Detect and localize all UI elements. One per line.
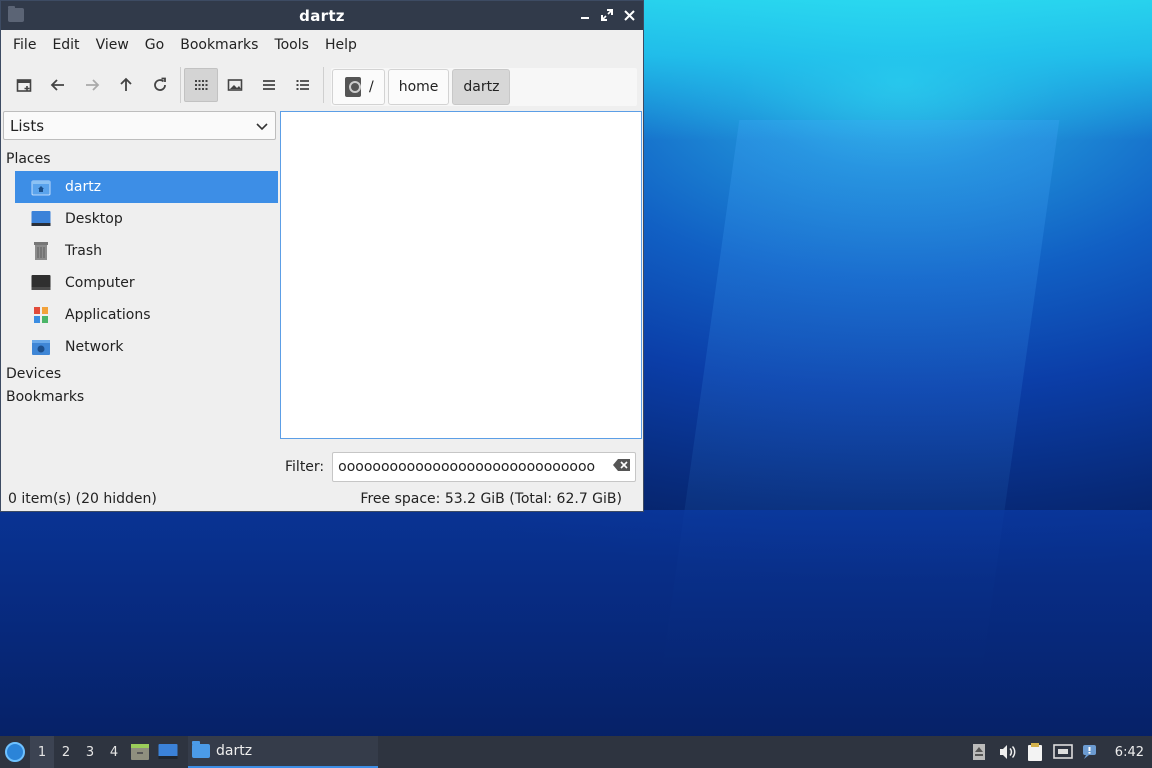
workspace-2[interactable]: 2 [54, 736, 78, 768]
detailed-list-view-icon[interactable] [286, 68, 320, 102]
sidebar-item-desktop[interactable]: Desktop [15, 203, 278, 235]
file-manager-window: dartz File Edit View Go Bookmarks Tools … [0, 0, 644, 512]
side-pane: Lists Places dartz Desktop Trash Compute… [3, 111, 278, 411]
menu-bookmarks[interactable]: Bookmarks [172, 37, 266, 53]
menu-edit[interactable]: Edit [44, 37, 87, 53]
thumbnail-view-icon[interactable] [218, 68, 252, 102]
status-bar: 0 item(s) (20 hidden) Free space: 53.2 G… [1, 489, 643, 511]
folder-icon [8, 6, 24, 22]
network-icon [31, 338, 51, 356]
file-manager-launcher[interactable] [126, 736, 154, 768]
workspace-1[interactable]: 1 [30, 736, 54, 768]
menu-go[interactable]: Go [137, 37, 172, 53]
path-crumb-root[interactable]: / [332, 69, 385, 105]
computer-icon [31, 274, 51, 292]
path-bar: / home dartz [331, 68, 637, 106]
sidebar-item-network[interactable]: Network [15, 331, 278, 363]
desktop-icon [31, 210, 51, 228]
clipboard-icon[interactable] [1021, 736, 1049, 768]
menu-help[interactable]: Help [317, 37, 365, 53]
clear-text-icon[interactable] [613, 458, 631, 476]
devices-section-header[interactable]: Devices [3, 363, 278, 386]
drive-icon [345, 77, 361, 97]
file-cabinet-icon [131, 744, 149, 760]
close-icon[interactable] [621, 5, 637, 25]
start-menu-button[interactable] [0, 736, 30, 768]
sidebar-item-label: dartz [65, 179, 102, 195]
menu-bar: File Edit View Go Bookmarks Tools Help [1, 30, 643, 60]
new-tab-icon[interactable] [7, 68, 41, 102]
notification-icon[interactable] [1077, 736, 1105, 768]
network-wired-icon[interactable] [1049, 736, 1077, 768]
filter-bar: Filter: [281, 452, 639, 482]
menu-file[interactable]: File [5, 37, 44, 53]
file-list-area[interactable] [280, 111, 642, 439]
path-crumb-dartz[interactable]: dartz [452, 69, 511, 105]
home-folder-icon [31, 178, 51, 196]
window-controls [577, 5, 637, 25]
icon-view-icon[interactable] [184, 68, 218, 102]
menu-view[interactable]: View [88, 37, 137, 53]
sidebar-item-label: Desktop [65, 211, 123, 227]
trash-icon [31, 242, 51, 260]
start-menu-icon [5, 742, 25, 762]
up-arrow-icon[interactable] [109, 68, 143, 102]
sidebar-item-computer[interactable]: Computer [15, 267, 278, 299]
taskbar-window-dartz[interactable]: dartz [188, 736, 378, 768]
sidebar-item-label: Network [65, 339, 124, 355]
toolbar-separator [323, 67, 324, 103]
sidebar-item-label: Computer [65, 275, 135, 291]
free-space-status: Free space: 53.2 GiB (Total: 62.7 GiB) [360, 491, 622, 507]
restore-icon[interactable] [599, 5, 615, 25]
path-crumb-root-label: / [369, 79, 374, 95]
clock[interactable]: 6:42 [1105, 745, 1152, 760]
filter-input[interactable] [338, 459, 605, 475]
taskbar: 1 2 3 4 dartz 6:42 [0, 736, 1152, 768]
show-desktop-launcher[interactable] [154, 736, 182, 768]
sidebar-item-label: Applications [65, 307, 151, 323]
folder-icon [192, 741, 210, 758]
sidebar-item-label: Trash [65, 243, 102, 259]
sidebar-item-trash[interactable]: Trash [15, 235, 278, 267]
workspace-4[interactable]: 4 [102, 736, 126, 768]
applications-icon [31, 306, 51, 324]
menu-tools[interactable]: Tools [266, 37, 317, 53]
chevron-down-icon [256, 117, 268, 135]
desktop-icon [158, 744, 178, 759]
workspace-3[interactable]: 3 [78, 736, 102, 768]
places-section-header[interactable]: Places [3, 148, 278, 171]
filter-label: Filter: [285, 459, 325, 475]
reload-icon[interactable] [143, 68, 177, 102]
volume-icon[interactable] [993, 736, 1021, 768]
sidebar-item-applications[interactable]: Applications [15, 299, 278, 331]
desktop-wallpaper-lower [0, 510, 1152, 736]
side-pane-mode-select[interactable]: Lists [3, 111, 276, 140]
path-crumb-home[interactable]: home [387, 69, 450, 105]
toolbar-separator [180, 67, 181, 103]
compact-view-icon[interactable] [252, 68, 286, 102]
window-title: dartz [299, 6, 345, 25]
filter-field[interactable] [332, 452, 637, 482]
eject-icon[interactable] [965, 736, 993, 768]
toolbar: / home dartz [1, 60, 643, 110]
taskbar-window-label: dartz [216, 743, 253, 759]
window-titlebar[interactable]: dartz [1, 1, 643, 30]
item-count-status: 0 item(s) (20 hidden) [8, 491, 157, 507]
back-arrow-icon[interactable] [41, 68, 75, 102]
side-pane-mode-value: Lists [10, 116, 45, 135]
bookmarks-section-header[interactable]: Bookmarks [3, 386, 278, 409]
forward-arrow-icon[interactable] [75, 68, 109, 102]
desktop-wallpaper-glow [640, 0, 1152, 140]
system-tray: 6:42 [965, 736, 1152, 768]
minimize-icon[interactable] [577, 5, 593, 25]
sidebar-item-dartz[interactable]: dartz [15, 171, 278, 203]
